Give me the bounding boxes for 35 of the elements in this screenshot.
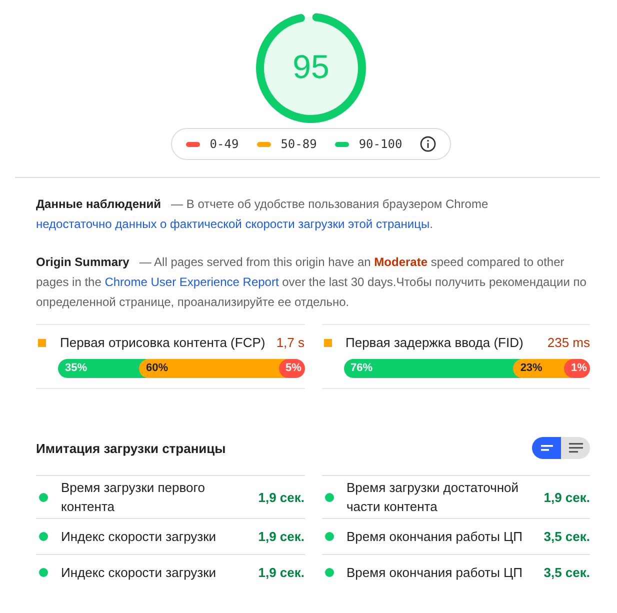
distribution-segment: 5%	[278, 359, 304, 378]
info-icon[interactable]	[420, 136, 436, 152]
score-value: 95	[292, 47, 330, 87]
metric-value: 1,9 сек.	[544, 488, 590, 506]
section-title: Имитация загрузки страницы	[36, 440, 226, 456]
metric-label: Индекс скорости загрузки	[61, 528, 218, 546]
metric-value: 1,9 сек.	[258, 528, 304, 546]
report-link[interactable]: Chrome User Experience Report	[104, 275, 279, 289]
metric-label: Первая задержка ввода (FID)	[346, 335, 524, 350]
metric-value: 1,7 s	[276, 335, 304, 350]
metric-value: 235 ms	[547, 335, 590, 350]
legend-label: 50-89	[280, 137, 317, 151]
list-view-button[interactable]	[561, 437, 590, 459]
summary-view-button[interactable]	[532, 437, 561, 459]
distribution-segment: 76%	[344, 359, 522, 378]
metric-value: 1,9 сек.	[258, 488, 304, 506]
distribution-segment: 60%	[138, 359, 286, 378]
report-link[interactable]: недостаточно данных о фактической скорости загрузки этой страницы	[36, 217, 430, 231]
legend-label: 0-49	[210, 137, 239, 151]
legend-label: 90-100	[358, 137, 402, 151]
lines-icon	[540, 445, 552, 451]
distribution-segment: 35%	[58, 359, 147, 378]
metric-label: Время загрузки достаточной части контента	[346, 479, 520, 516]
metric-label: Время загрузки первого контента	[61, 479, 206, 516]
metric-label: Время окончания работы ЦП	[346, 528, 524, 546]
metric-label: Первая отрисовка контента (FCP)	[60, 335, 266, 350]
section-text: Данные наблюдений — В отчете об удобстве пользования браузером Chrome недостаточно данных о фактической скорости загрузки этой страницы.	[36, 196, 490, 233]
lines-icon	[568, 443, 582, 453]
metric-value: 1,9 сек.	[258, 564, 304, 582]
metric-value: 3,5 сек.	[544, 564, 590, 582]
section-text: Origin Summary — All pages served from this origin have an Moderate speed compared to other pages in the Chrome User Experience Report over the last 30 days.Чтобы получить рекомендации по определенной странице, проанализируйте ее отдельно.	[36, 254, 588, 311]
metric-value: 3,5 сек.	[544, 528, 590, 546]
metric-label: Индекс скорости загрузки	[61, 564, 218, 582]
distribution-segment: 1%	[564, 359, 590, 378]
metric-label: Время окончания работы ЦП	[346, 564, 524, 582]
